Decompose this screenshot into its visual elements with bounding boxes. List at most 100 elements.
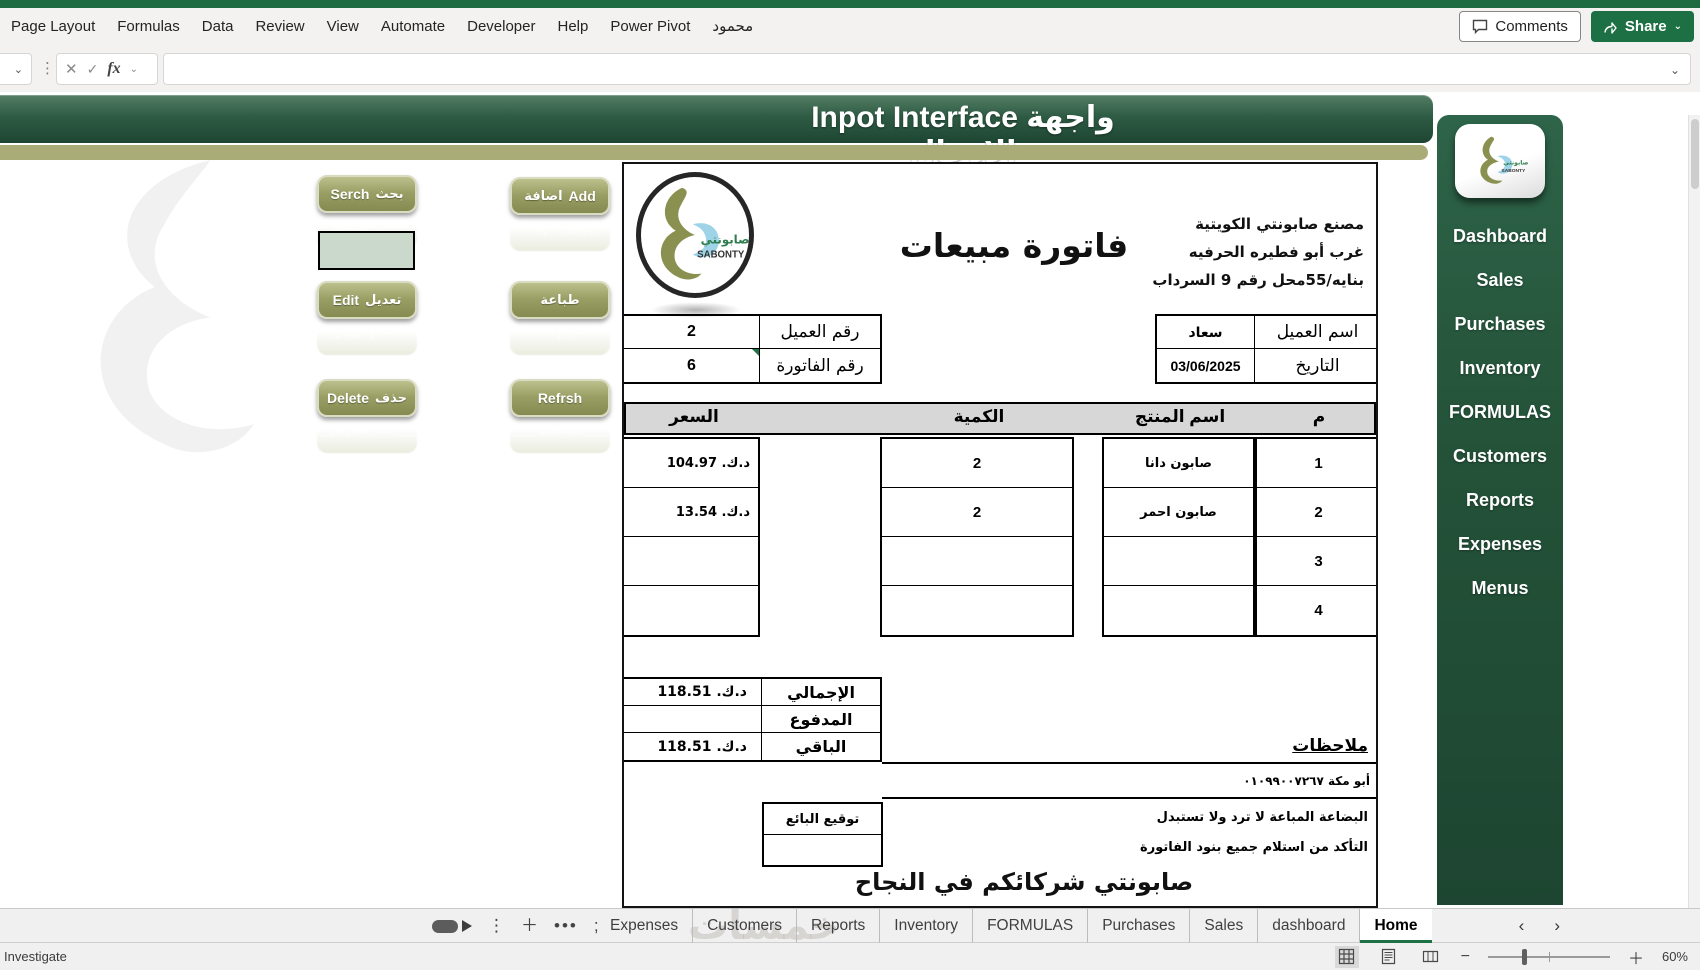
add-sheet-icon[interactable]: ＋ xyxy=(521,909,538,943)
sheet-tab-reports[interactable]: Reports xyxy=(796,909,879,943)
add-button[interactable]: اضافة Add xyxy=(510,177,610,215)
product-name-cell-2[interactable]: صابون احمر xyxy=(1104,488,1253,537)
share-label: Share xyxy=(1624,18,1667,35)
invoice-number-value-1[interactable]: 6 xyxy=(624,349,760,382)
status-text: Investigate xyxy=(4,949,67,964)
sheet-tab-inventory[interactable]: Inventory xyxy=(879,909,972,943)
ribbon-tab-power-pivot[interactable]: Power Pivot xyxy=(599,8,701,46)
company-logo: صابونتي SABONTY xyxy=(636,172,754,298)
sidebar-item-formulas[interactable]: FORMULAS xyxy=(1449,390,1551,434)
total-value-0[interactable]: د.ك. 118.51 xyxy=(624,679,762,705)
sheet-tabs: Expenses Customers Reports Inventory FORMULA… xyxy=(596,909,1432,943)
row-number-cell-2: 2 xyxy=(1257,488,1376,537)
page-layout-view-icon[interactable] xyxy=(1377,946,1401,968)
formula-bar-expand-icon[interactable]: ⌄ xyxy=(1670,63,1680,77)
sheet-tab-dashboard[interactable]: dashboard xyxy=(1257,909,1359,943)
zoom-in-icon[interactable]: ＋ xyxy=(1628,945,1644,969)
qty-cell-3[interactable] xyxy=(882,537,1072,586)
page-break-view-icon[interactable] xyxy=(1419,946,1443,968)
invoice-number-label-1: رقم الفاتورة xyxy=(776,355,864,376)
ribbon-tab-محمود[interactable]: محمود xyxy=(701,8,764,46)
notes-phone: أبو مكة ٠١٠٩٩٠٠٧٢٦٧ xyxy=(1243,773,1370,788)
product-name-cell-3[interactable] xyxy=(1104,537,1253,586)
sidebar-menu: Dashboard Sales Purchases Inventory FORMULAS… xyxy=(1437,214,1563,610)
ribbon-tab-formulas[interactable]: Formulas xyxy=(106,8,191,46)
sheet-tab-customers[interactable]: Customers xyxy=(692,909,796,943)
refresh-label-en: Refrsh xyxy=(537,390,583,406)
formula-input[interactable]: ⌄ xyxy=(163,53,1691,85)
signature-field[interactable] xyxy=(764,835,881,865)
sidebar-logo-button[interactable]: صابونتي SABONTY xyxy=(1455,124,1545,198)
notes-box[interactable]: أبو مكة ٠١٠٩٩٠٠٧٢٦٧ xyxy=(882,762,1376,799)
sheet-tab-expenses[interactable]: Expenses xyxy=(596,909,692,943)
serch-label-ar: بحث xyxy=(375,186,404,202)
invoice-number-value-0[interactable]: 2 xyxy=(624,316,760,348)
print-button[interactable]: طباعة xyxy=(510,281,610,319)
scrollbar-thumb[interactable] xyxy=(1691,119,1699,189)
tab-scroll-controls: ‹ › xyxy=(1519,909,1560,943)
edit-button[interactable]: Edit تعديل xyxy=(317,281,417,319)
add-button-reflection: اضافة Add xyxy=(510,221,610,251)
serch-button[interactable]: Serch بحث xyxy=(317,175,417,213)
customer-info-row: 03/06/2025 التاريخ xyxy=(1157,349,1376,382)
sheet-tab-formulas[interactable]: FORMULAS xyxy=(972,909,1087,943)
chevron-down-icon: ⌄ xyxy=(13,64,23,76)
zoom-slider[interactable] xyxy=(1487,948,1610,966)
customer-info-value-0[interactable]: سعاد xyxy=(1157,316,1255,348)
zoom-out-icon[interactable]: − xyxy=(1461,948,1470,966)
sidebar-item-inventory[interactable]: Inventory xyxy=(1459,346,1540,390)
comments-button[interactable]: Comments xyxy=(1459,11,1581,42)
sheet-tab-purchases[interactable]: Purchases xyxy=(1087,909,1189,943)
scroll-tabs-left-icon[interactable]: ‹ xyxy=(1519,916,1525,936)
ribbon-tab-review[interactable]: Review xyxy=(244,8,315,46)
product-name-cell-4[interactable] xyxy=(1104,586,1253,635)
ribbon-tab-automate[interactable]: Automate xyxy=(370,8,456,46)
drag-handle-icon[interactable]: ⋮ xyxy=(40,59,55,77)
price-cell-4[interactable] xyxy=(624,586,758,635)
sidebar-item-expenses[interactable]: Expenses xyxy=(1458,522,1542,566)
insert-function-icon[interactable]: fx xyxy=(107,60,120,78)
price-cell-3[interactable] xyxy=(624,537,758,586)
price-cell-1[interactable]: د.ك. 104.97 xyxy=(624,439,758,488)
vertical-scrollbar[interactable] xyxy=(1688,115,1700,908)
delete-button[interactable]: Delete حذف xyxy=(317,379,417,417)
sidebar-item-purchases[interactable]: Purchases xyxy=(1454,302,1545,346)
qty-cell-2[interactable]: 2 xyxy=(882,488,1072,537)
more-sheets-icon[interactable]: ••• xyxy=(554,909,578,943)
ribbon-tab-help[interactable]: Help xyxy=(546,8,599,46)
sidebar-item-customers[interactable]: Customers xyxy=(1453,434,1547,478)
ribbon-tab-data[interactable]: Data xyxy=(191,8,245,46)
sidebar-item-sales[interactable]: Sales xyxy=(1476,258,1523,302)
scroll-tabs-right-icon[interactable]: › xyxy=(1554,916,1560,936)
sheet-tab-sales[interactable]: Sales xyxy=(1189,909,1257,943)
qty-cell-1[interactable]: 2 xyxy=(882,439,1072,488)
sidebar-item-reports[interactable]: Reports xyxy=(1466,478,1534,522)
total-value-1[interactable] xyxy=(624,706,762,732)
ribbon-tab-developer[interactable]: Developer xyxy=(456,8,546,46)
enter-icon[interactable]: ✓ xyxy=(87,61,99,78)
ribbon-tab-page-layout[interactable]: Page Layout xyxy=(0,8,106,46)
notes-heading: ملاحظات xyxy=(1292,736,1368,756)
share-button[interactable]: Share ⌄ xyxy=(1590,11,1694,42)
sheet-options-icon[interactable]: ⋮ xyxy=(488,909,505,943)
zoom-slider-thumb[interactable] xyxy=(1522,948,1528,965)
sidebar-item-dashboard[interactable]: Dashboard xyxy=(1453,214,1547,258)
qty-cell-4[interactable] xyxy=(882,586,1072,635)
print-button-reflection: طباعة xyxy=(510,325,610,355)
ribbon-tab-view[interactable]: View xyxy=(316,8,370,46)
total-value-2[interactable]: د.ك. 118.51 xyxy=(624,733,762,760)
cancel-icon[interactable]: ✕ xyxy=(65,60,78,78)
macro-indicator-icon[interactable] xyxy=(432,919,472,933)
refresh-button[interactable]: Refrsh xyxy=(510,379,610,417)
search-input[interactable] xyxy=(318,231,415,270)
sheet-tab-home-active[interactable]: Home xyxy=(1359,909,1432,943)
name-box[interactable]: ⌄ xyxy=(0,53,32,85)
normal-view-icon[interactable] xyxy=(1334,945,1359,968)
product-name-cell-1[interactable]: صابون دانا xyxy=(1104,439,1253,488)
customer-info-value-1[interactable]: 03/06/2025 xyxy=(1157,349,1255,382)
sidebar-item-menus[interactable]: Menus xyxy=(1471,566,1528,610)
invoice-number-row: 2 رقم العميل xyxy=(624,316,880,349)
status-bar: Investigate − ＋ 60% xyxy=(0,942,1700,970)
signature-table: توقيع البائع xyxy=(762,802,883,867)
price-cell-2[interactable]: د.ك. 13.54 xyxy=(624,488,758,537)
